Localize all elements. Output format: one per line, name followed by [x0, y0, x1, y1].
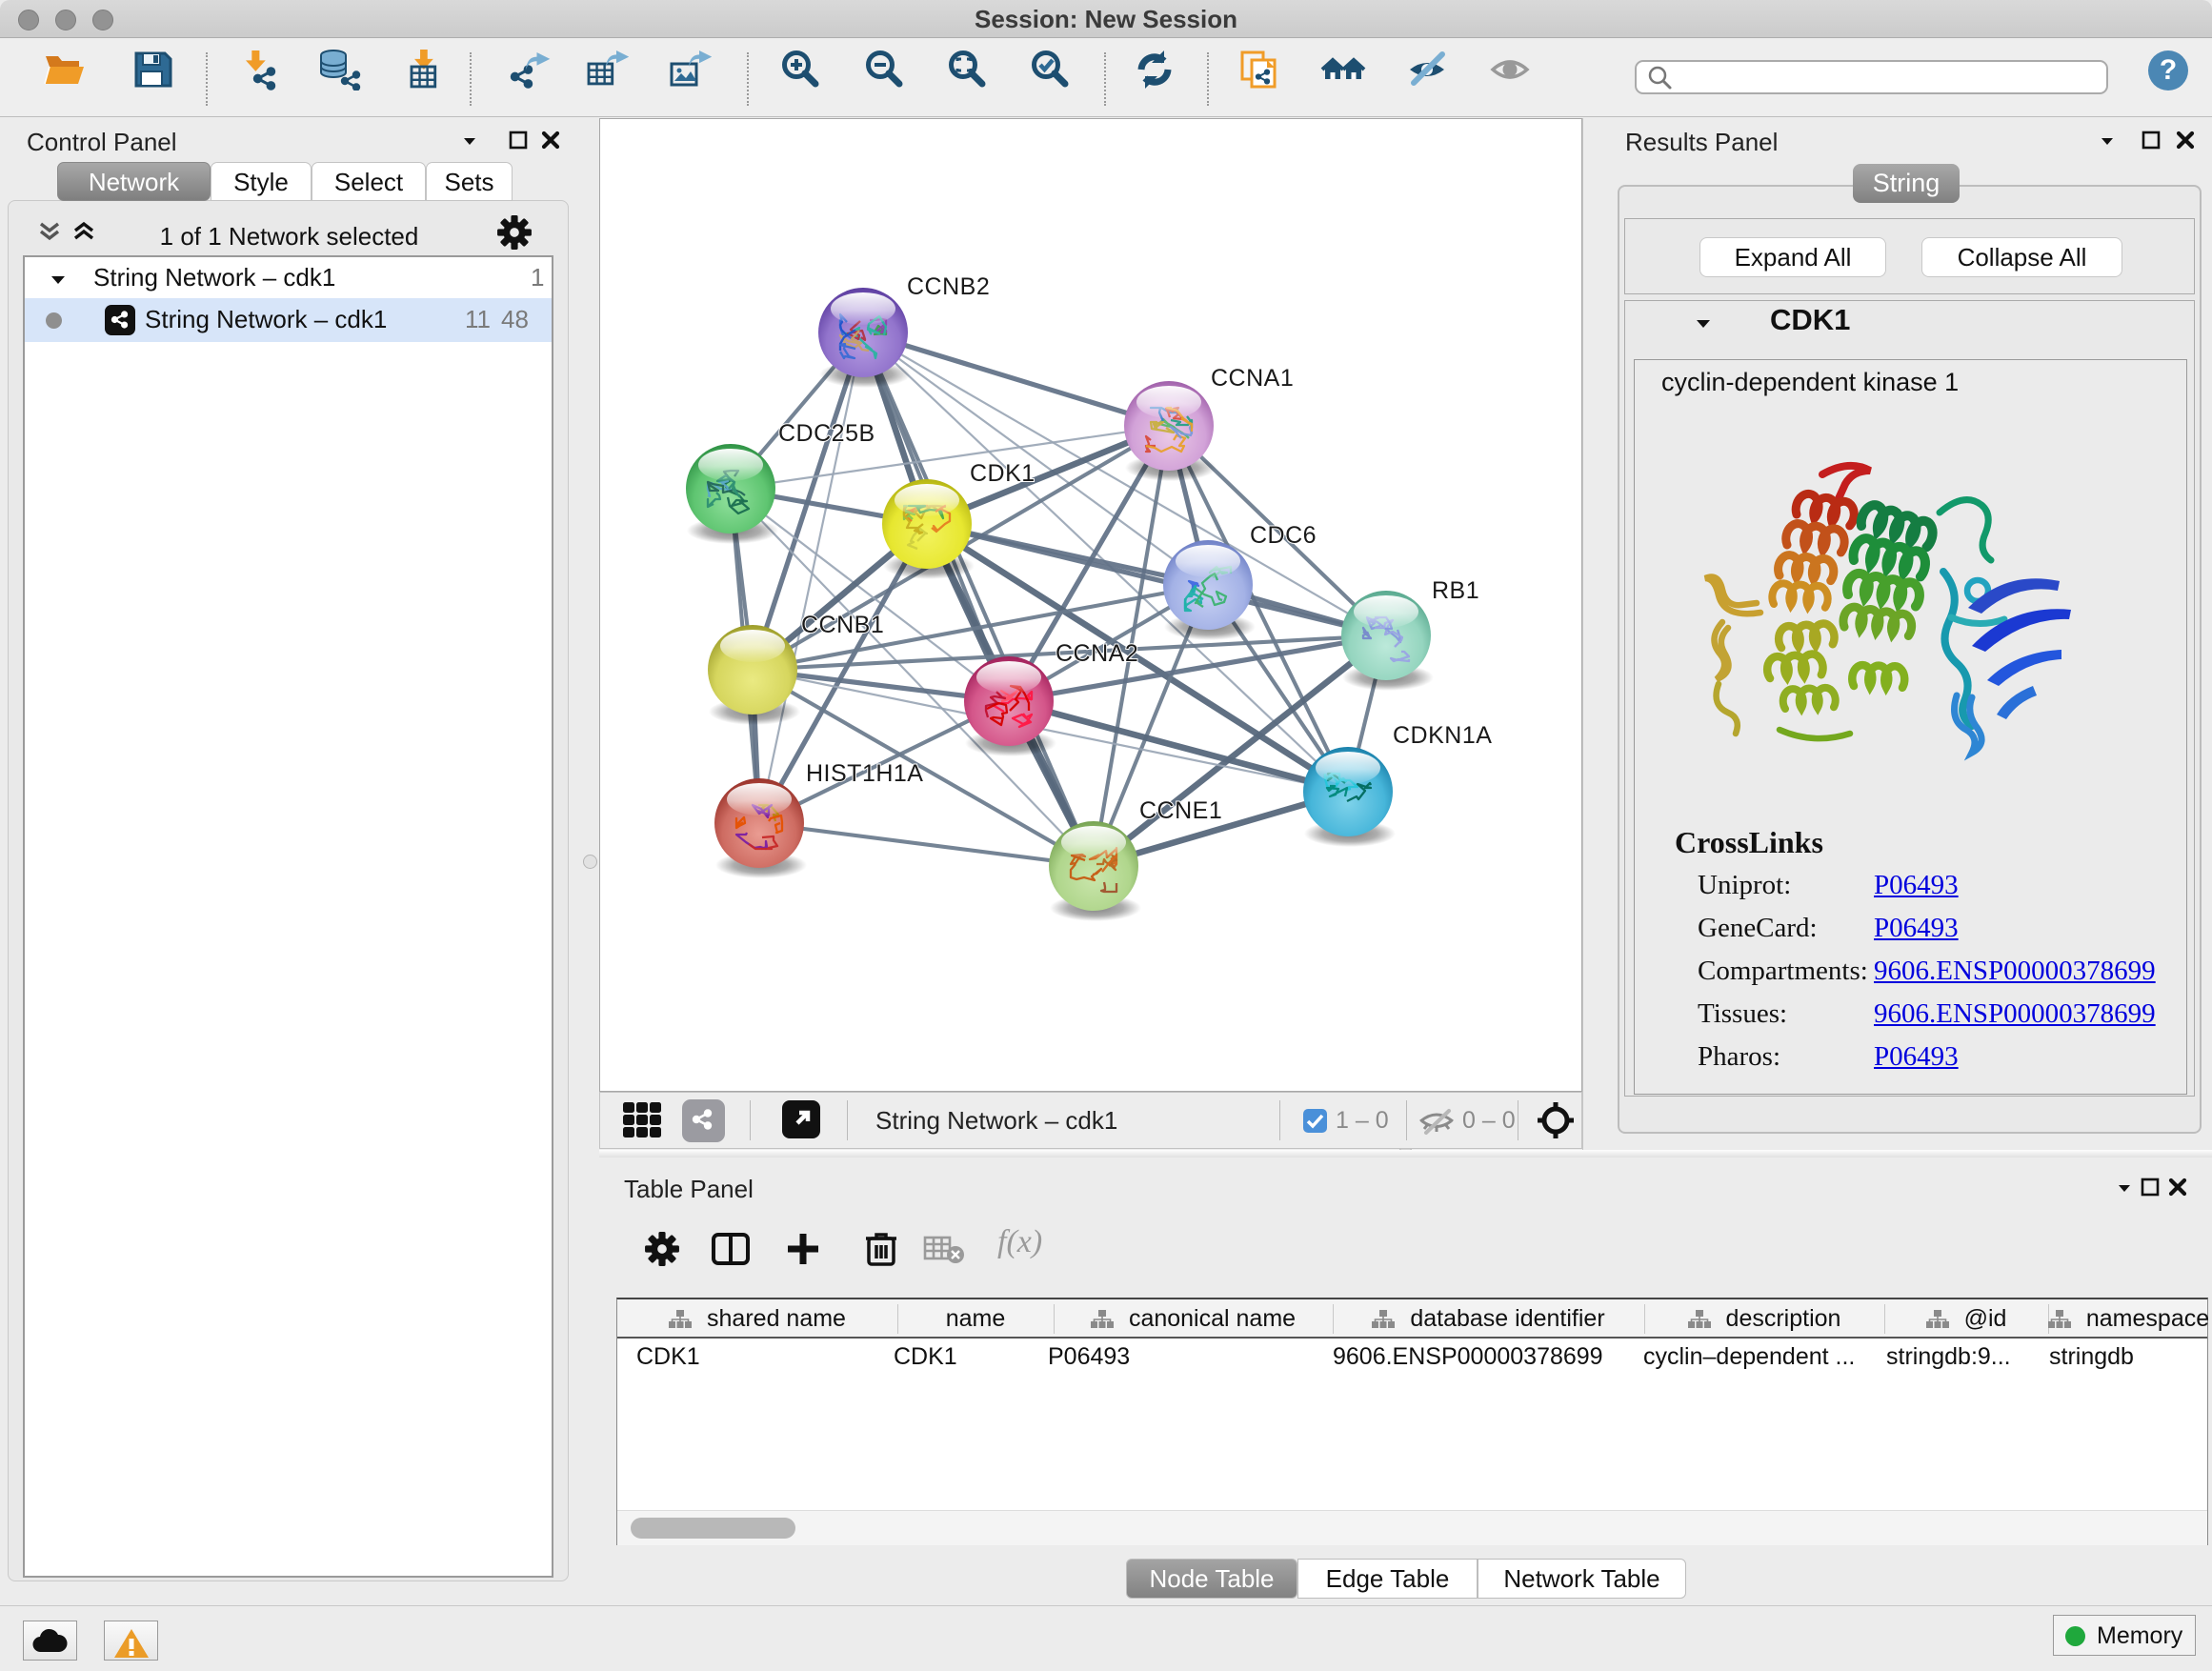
svg-text:RB1: RB1: [1432, 577, 1479, 604]
svg-text:CDC25B: CDC25B: [778, 420, 875, 447]
svg-text:CDKN1A: CDKN1A: [1393, 722, 1492, 749]
svg-text:CCNB1: CCNB1: [801, 612, 884, 638]
svg-text:CDK1: CDK1: [970, 460, 1036, 487]
svg-text:CDC6: CDC6: [1250, 522, 1317, 549]
svg-text:CCNB2: CCNB2: [907, 273, 990, 300]
svg-text:CCNA1: CCNA1: [1211, 365, 1294, 392]
svg-text:HIST1H1A: HIST1H1A: [806, 760, 923, 787]
svg-text:?: ?: [2160, 54, 2177, 86]
svg-text:CCNA2: CCNA2: [1056, 640, 1138, 667]
svg-text:CCNE1: CCNE1: [1139, 797, 1222, 824]
